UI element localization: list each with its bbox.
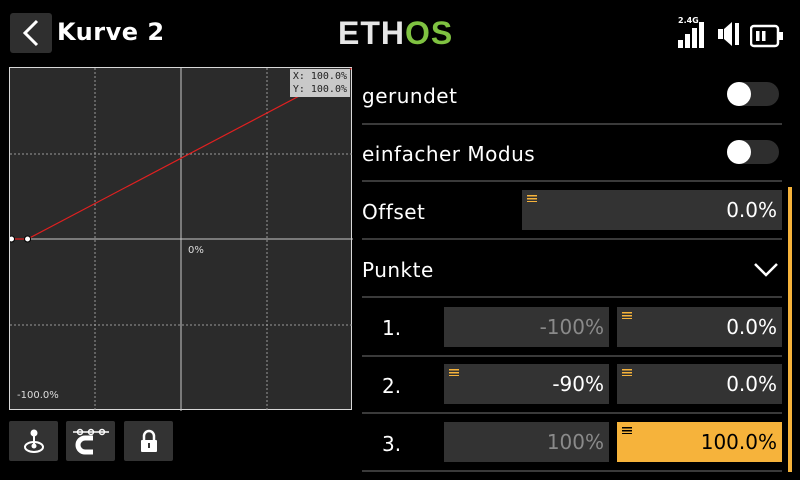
offset-value: 0.0% [726, 198, 777, 222]
edit-indicator-icon [622, 427, 632, 434]
divider [362, 180, 782, 182]
battery-icon [750, 24, 783, 48]
point-x-value: 100% [546, 430, 604, 454]
top-bar: Kurve 2 ETHOS 2.4G [0, 0, 800, 60]
point-y-value: 100.0% [700, 430, 777, 454]
simple-mode-toggle[interactable] [727, 140, 779, 164]
divider [362, 355, 782, 357]
signal-icon: 2.4G [678, 16, 708, 48]
edit-indicator-icon [449, 369, 459, 376]
point-x-field: 100% [444, 422, 609, 462]
curve-point-2[interactable] [24, 235, 32, 243]
points-label: Punkte [362, 258, 434, 282]
center-axis-label: 0% [188, 245, 204, 256]
edit-indicator-icon [527, 195, 537, 202]
point-number: 3. [382, 432, 402, 456]
divider [362, 470, 782, 472]
chevron-down-icon[interactable] [753, 262, 779, 278]
back-button[interactable] [10, 13, 52, 53]
scrollbar[interactable] [788, 187, 792, 472]
rounded-label: gerundet [362, 84, 458, 108]
point-x-field: -100% [444, 307, 609, 347]
offset-label: Offset [362, 200, 426, 224]
lock-icon [140, 429, 157, 452]
point-y-field[interactable]: 0.0% [617, 307, 782, 347]
point-number: 2. [382, 374, 402, 398]
point-x-value: -100% [539, 315, 604, 339]
snap-button[interactable] [66, 421, 115, 461]
divider [362, 412, 782, 414]
joystick-icon [23, 429, 44, 453]
lock-button[interactable] [124, 421, 173, 461]
ethos-logo: ETHOS [338, 15, 454, 51]
point-number: 1. [382, 316, 402, 340]
divider [362, 123, 782, 125]
speaker-icon [718, 22, 739, 46]
magnet-icon [72, 428, 109, 455]
status-area: 2.4G [678, 16, 784, 48]
x-readout: X: 100.0% [292, 71, 347, 82]
simple-mode-label: einfacher Modus [362, 142, 536, 166]
toggle-knob [727, 140, 751, 164]
page-title: Kurve 2 [57, 18, 165, 46]
rounded-toggle[interactable] [727, 82, 779, 106]
divider [362, 238, 782, 240]
xy-readout: X: 100.0% Y: 100.0% [289, 69, 350, 97]
y-readout: Y: 100.0% [292, 84, 347, 95]
toggle-knob [727, 82, 751, 106]
edit-indicator-icon [622, 369, 632, 376]
point-y-value: 0.0% [726, 315, 777, 339]
curve-point-1[interactable] [10, 235, 15, 243]
offset-field[interactable]: 0.0% [522, 190, 782, 230]
curve-plot [10, 68, 353, 411]
point-x-field[interactable]: -90% [444, 364, 609, 404]
point-y-field[interactable]: 0.0% [617, 364, 782, 404]
edit-indicator-icon [622, 312, 632, 319]
bottom-axis-label: -100.0% [17, 390, 59, 401]
point-x-value: -90% [552, 372, 604, 396]
curve-graph[interactable]: X: 100.0% Y: 100.0% 0% -100.0% [9, 67, 353, 411]
chevron-left-icon [22, 19, 39, 47]
point-y-field-selected[interactable]: 100.0% [617, 422, 782, 462]
stick-select-button[interactable] [9, 421, 58, 461]
rf-band-label: 2.4G [678, 16, 699, 25]
point-y-value: 0.0% [726, 372, 777, 396]
divider [362, 296, 782, 298]
